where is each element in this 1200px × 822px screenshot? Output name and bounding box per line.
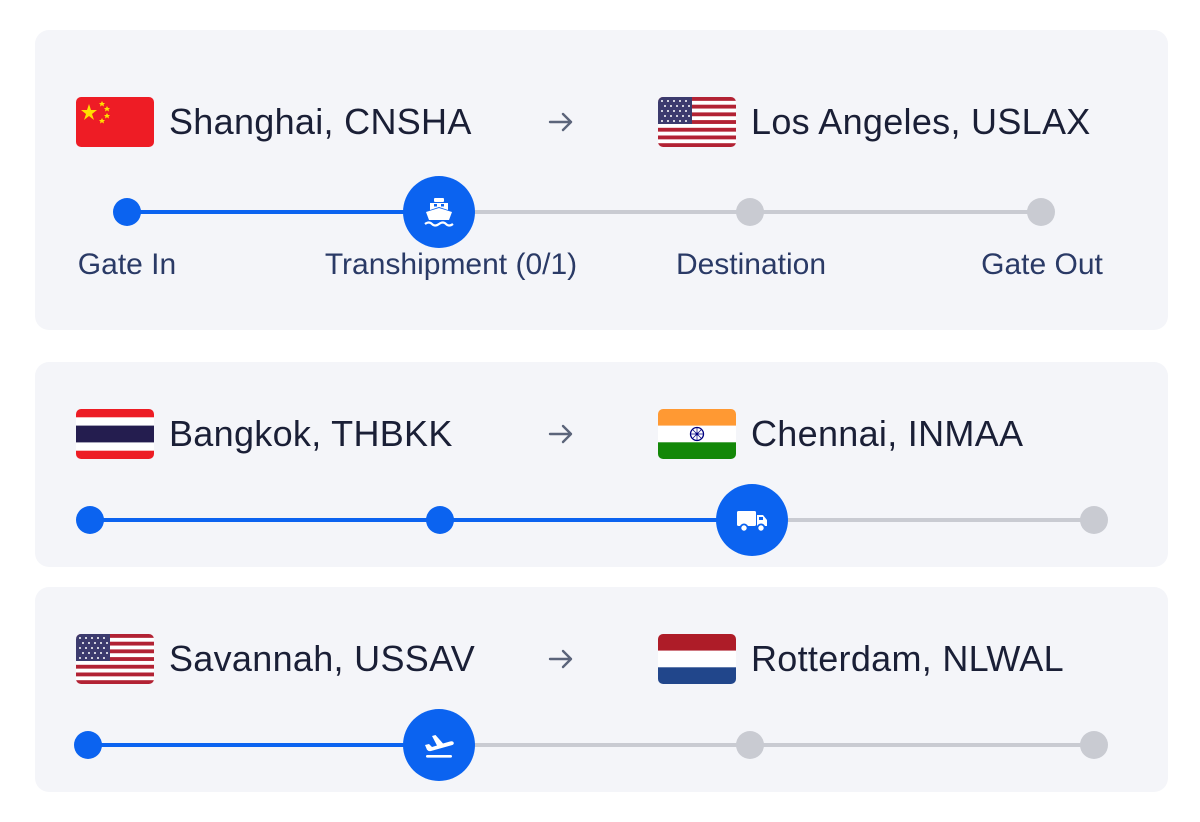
current-stop[interactable] bbox=[403, 709, 475, 781]
stage-label-gate-out: Gate Out bbox=[981, 248, 1103, 281]
destination-port-label: Los Angeles, USLAX bbox=[751, 101, 1091, 142]
arrow-right-icon bbox=[548, 424, 573, 444]
arrow-right-icon bbox=[548, 649, 573, 669]
india-flag-icon bbox=[658, 409, 736, 459]
ship-icon bbox=[424, 198, 454, 227]
destination-stop bbox=[736, 198, 764, 226]
transhipment-stop bbox=[426, 506, 454, 534]
gate-in-stop bbox=[113, 198, 141, 226]
current-stop[interactable] bbox=[716, 484, 788, 556]
origin-port-label: Bangkok, THBKK bbox=[169, 413, 453, 454]
origin-port-label: Savannah, USSAV bbox=[169, 638, 476, 679]
usa-flag-icon bbox=[76, 634, 154, 684]
netherlands-flag-icon bbox=[658, 634, 736, 684]
progress-timeline bbox=[35, 705, 1168, 785]
destination-port-label: Rotterdam, NLWAL bbox=[751, 638, 1064, 679]
pending-segment bbox=[752, 518, 1094, 522]
completed-segment bbox=[88, 743, 439, 747]
completed-segment bbox=[90, 518, 752, 522]
destination-port-label: Chennai, INMAA bbox=[751, 413, 1024, 454]
stage-label-gate-in: Gate In bbox=[77, 248, 177, 281]
china-flag-icon bbox=[76, 97, 154, 147]
progress-timeline bbox=[35, 172, 1168, 252]
origin-port-label: Shanghai, CNSHA bbox=[169, 101, 472, 142]
completed-segment bbox=[127, 210, 439, 214]
shipment-card[interactable]: Shanghai, CNSHA Los Angeles, USLAX Gate … bbox=[35, 30, 1168, 330]
shipment-card[interactable]: Savannah, USSAV Rotterdam, NLWAL bbox=[35, 587, 1168, 792]
shipment-card[interactable]: Bangkok, THBKK Chennai, INMAA bbox=[35, 362, 1168, 567]
arrow-right-icon bbox=[548, 112, 573, 132]
usa-flag-icon bbox=[658, 97, 736, 147]
gate-out-stop bbox=[1080, 506, 1108, 534]
airplane-departure-icon bbox=[425, 735, 454, 758]
pending-segment bbox=[439, 743, 1094, 747]
route-header: Shanghai, CNSHA Los Angeles, USLAX bbox=[76, 97, 1168, 147]
route-header: Bangkok, THBKK Chennai, INMAA bbox=[76, 409, 1168, 459]
stage-label-destination: Destination bbox=[675, 248, 827, 281]
destination-stop bbox=[736, 731, 764, 759]
truck-icon bbox=[737, 511, 767, 533]
progress-timeline bbox=[35, 480, 1168, 560]
gate-out-stop bbox=[1027, 198, 1055, 226]
gate-in-stop bbox=[74, 731, 102, 759]
gate-in-stop bbox=[76, 506, 104, 534]
current-stop[interactable] bbox=[403, 176, 475, 248]
route-header: Savannah, USSAV Rotterdam, NLWAL bbox=[76, 634, 1168, 684]
gate-out-stop bbox=[1080, 731, 1108, 759]
stage-label-transhipment: Transhipment (0/1) bbox=[324, 248, 578, 281]
thailand-flag-icon bbox=[76, 409, 154, 459]
